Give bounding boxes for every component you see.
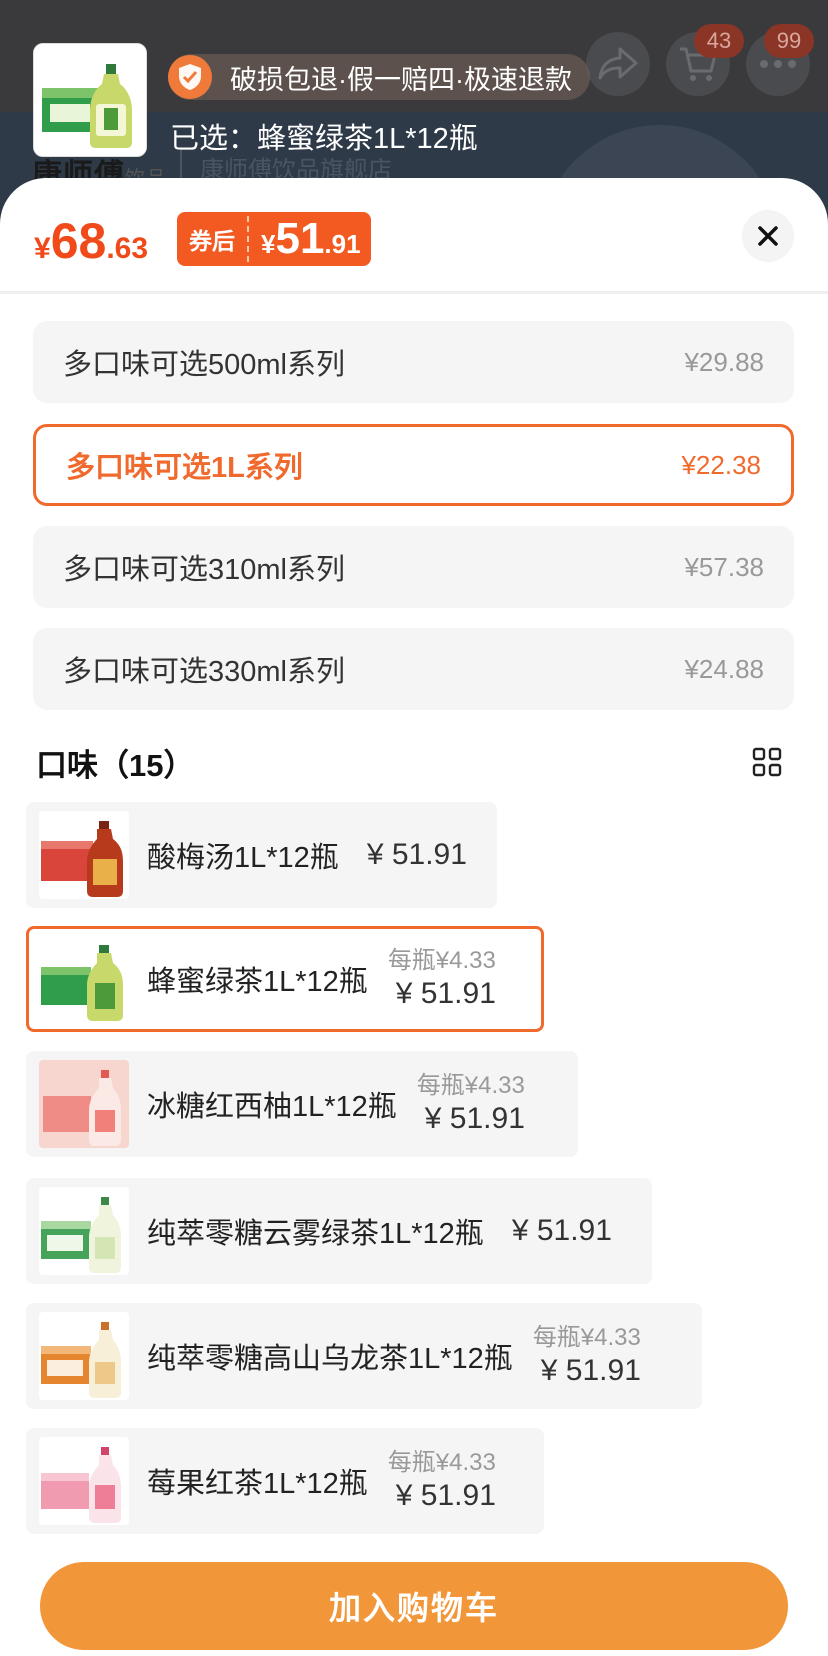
close-icon bbox=[758, 226, 778, 246]
guarantee-text: 破损包退·假一赔四·极速退款 bbox=[230, 64, 572, 95]
flavor-option[interactable]: 纯萃零糖高山乌龙茶1L*12瓶 每瓶¥4.33 ¥ 51.91 bbox=[26, 1303, 702, 1409]
close-button[interactable] bbox=[742, 210, 794, 262]
coupon-label: 券后 bbox=[189, 228, 235, 254]
product-image bbox=[34, 44, 146, 156]
flavor-option[interactable]: 莓果红茶1L*12瓶 每瓶¥4.33 ¥ 51.91 bbox=[26, 1428, 544, 1534]
cart-count-badge: 43 bbox=[694, 24, 744, 58]
flavor-thumbnail bbox=[39, 935, 129, 1023]
coupon-price: ¥ 51 .91 bbox=[261, 214, 361, 263]
shield-check-icon bbox=[168, 55, 212, 99]
flavor-option[interactable]: 纯萃零糖云雾绿茶1L*12瓶 ¥ 51.91 bbox=[26, 1178, 652, 1284]
flavor-thumbnail bbox=[39, 1060, 129, 1148]
guarantee-banner: 破损包退·假一赔四·极速退款 bbox=[168, 54, 590, 100]
coupon-divider bbox=[247, 216, 249, 262]
more-icon bbox=[760, 60, 796, 68]
series-option[interactable]: 多口味可选310ml系列 ¥57.38 bbox=[33, 526, 794, 608]
flavor-option-selected[interactable]: 蜂蜜绿茶1L*12瓶 每瓶¥4.33 ¥ 51.91 bbox=[26, 926, 544, 1032]
grid-icon bbox=[752, 747, 782, 777]
share-button[interactable] bbox=[586, 32, 650, 96]
flavor-thumbnail bbox=[39, 1437, 129, 1525]
flavor-option[interactable]: 酸梅汤1L*12瓶 ¥ 51.91 bbox=[26, 802, 497, 908]
series-option-selected[interactable]: 多口味可选1L系列 ¥22.38 bbox=[33, 424, 794, 506]
flavor-thumbnail bbox=[39, 811, 129, 899]
coupon-price-tag: 券后 ¥ 51 .91 bbox=[177, 212, 371, 266]
flavor-option[interactable]: 冰糖红西柚1L*12瓶 每瓶¥4.33 ¥ 51.91 bbox=[26, 1051, 578, 1157]
series-option[interactable]: 多口味可选500ml系列 ¥29.88 bbox=[33, 321, 794, 403]
original-price: ¥ 68 .63 bbox=[34, 213, 149, 269]
selected-product-thumbnail[interactable] bbox=[33, 43, 147, 157]
selected-sku-label: 已选：蜂蜜绿茶1L*12瓶 bbox=[170, 123, 478, 155]
flavor-thumbnail bbox=[39, 1312, 129, 1400]
flavor-thumbnail bbox=[39, 1187, 129, 1275]
message-count-badge: 99 bbox=[764, 24, 814, 58]
series-option[interactable]: 多口味可选330ml系列 ¥24.88 bbox=[33, 628, 794, 710]
flavor-section-title: 口味（15） bbox=[36, 748, 195, 783]
add-to-cart-button[interactable]: 加入购物车 bbox=[40, 1562, 788, 1650]
share-icon bbox=[598, 47, 638, 80]
header-divider bbox=[0, 291, 828, 294]
grid-view-toggle[interactable] bbox=[752, 747, 782, 777]
